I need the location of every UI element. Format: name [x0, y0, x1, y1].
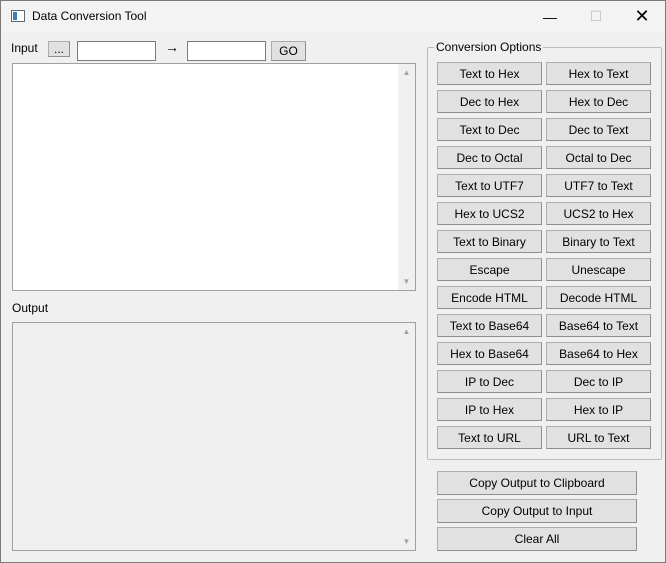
clear-all-button[interactable]: Clear All — [437, 527, 637, 551]
scroll-down-icon[interactable]: ▼ — [398, 533, 415, 550]
scroll-down-icon[interactable]: ▼ — [398, 273, 415, 290]
title-bar[interactable]: Data Conversion Tool — ☐ ✕ — [1, 1, 665, 32]
maximize-button[interactable]: ☐ — [573, 1, 619, 32]
text-to-url-button[interactable]: Text to URL — [437, 426, 542, 449]
input-text[interactable] — [13, 64, 398, 290]
from-field[interactable] — [77, 41, 156, 61]
copy-output-to-clipboard-button[interactable]: Copy Output to Clipboard — [437, 471, 637, 495]
output-scrollbar[interactable]: ▲ ▼ — [398, 323, 415, 550]
input-textarea[interactable]: ▲ ▼ — [12, 63, 416, 291]
text-to-utf7-button[interactable]: Text to UTF7 — [437, 174, 542, 197]
ucs2-to-hex-button[interactable]: UCS2 to Hex — [546, 202, 651, 225]
arrow-icon: → — [165, 39, 179, 55]
hex-to-dec-button[interactable]: Hex to Dec — [546, 90, 651, 113]
ip-to-dec-button[interactable]: IP to Dec — [437, 370, 542, 393]
minimize-button[interactable]: — — [527, 1, 573, 32]
text-to-hex-button[interactable]: Text to Hex — [437, 62, 542, 85]
close-button[interactable]: ✕ — [619, 1, 665, 32]
scroll-up-icon[interactable]: ▲ — [398, 64, 415, 81]
conversion-options-title: Conversion Options — [434, 40, 544, 54]
go-button[interactable]: GO — [271, 41, 306, 61]
app-icon — [11, 10, 25, 22]
text-to-binary-button[interactable]: Text to Binary — [437, 230, 542, 253]
binary-to-text-button[interactable]: Binary to Text — [546, 230, 651, 253]
input-label: Input — [11, 41, 38, 55]
window-title: Data Conversion Tool — [32, 9, 147, 23]
output-textarea[interactable]: ▲ ▼ — [12, 322, 416, 551]
encode-html-button[interactable]: Encode HTML — [437, 286, 542, 309]
input-scrollbar[interactable]: ▲ ▼ — [398, 64, 415, 290]
output-label: Output — [12, 301, 49, 315]
hex-to-text-button[interactable]: Hex to Text — [546, 62, 651, 85]
dec-to-text-button[interactable]: Dec to Text — [546, 118, 651, 141]
to-field[interactable] — [187, 41, 266, 61]
decode-html-button[interactable]: Decode HTML — [546, 286, 651, 309]
base64-to-hex-button[interactable]: Base64 to Hex — [546, 342, 651, 365]
dec-to-ip-button[interactable]: Dec to IP — [546, 370, 651, 393]
browse-button[interactable]: ... — [48, 41, 70, 57]
base64-to-text-button[interactable]: Base64 to Text — [546, 314, 651, 337]
hex-to-ip-button[interactable]: Hex to IP — [546, 398, 651, 421]
utf7-to-text-button[interactable]: UTF7 to Text — [546, 174, 651, 197]
output-text[interactable] — [13, 323, 398, 550]
escape-button[interactable]: Escape — [437, 258, 542, 281]
dec-to-octal-button[interactable]: Dec to Octal — [437, 146, 542, 169]
scroll-up-icon[interactable]: ▲ — [398, 323, 415, 340]
hex-to-base64-button[interactable]: Hex to Base64 — [437, 342, 542, 365]
hex-to-ucs2-button[interactable]: Hex to UCS2 — [437, 202, 542, 225]
dec-to-hex-button[interactable]: Dec to Hex — [437, 90, 542, 113]
url-to-text-button[interactable]: URL to Text — [546, 426, 651, 449]
ip-to-hex-button[interactable]: IP to Hex — [437, 398, 542, 421]
copy-output-to-input-button[interactable]: Copy Output to Input — [437, 499, 637, 523]
text-to-dec-button[interactable]: Text to Dec — [437, 118, 542, 141]
octal-to-dec-button[interactable]: Octal to Dec — [546, 146, 651, 169]
text-to-base64-button[interactable]: Text to Base64 — [437, 314, 542, 337]
app-window: Data Conversion Tool — ☐ ✕ Input ... → G… — [0, 0, 666, 563]
unescape-button[interactable]: Unescape — [546, 258, 651, 281]
